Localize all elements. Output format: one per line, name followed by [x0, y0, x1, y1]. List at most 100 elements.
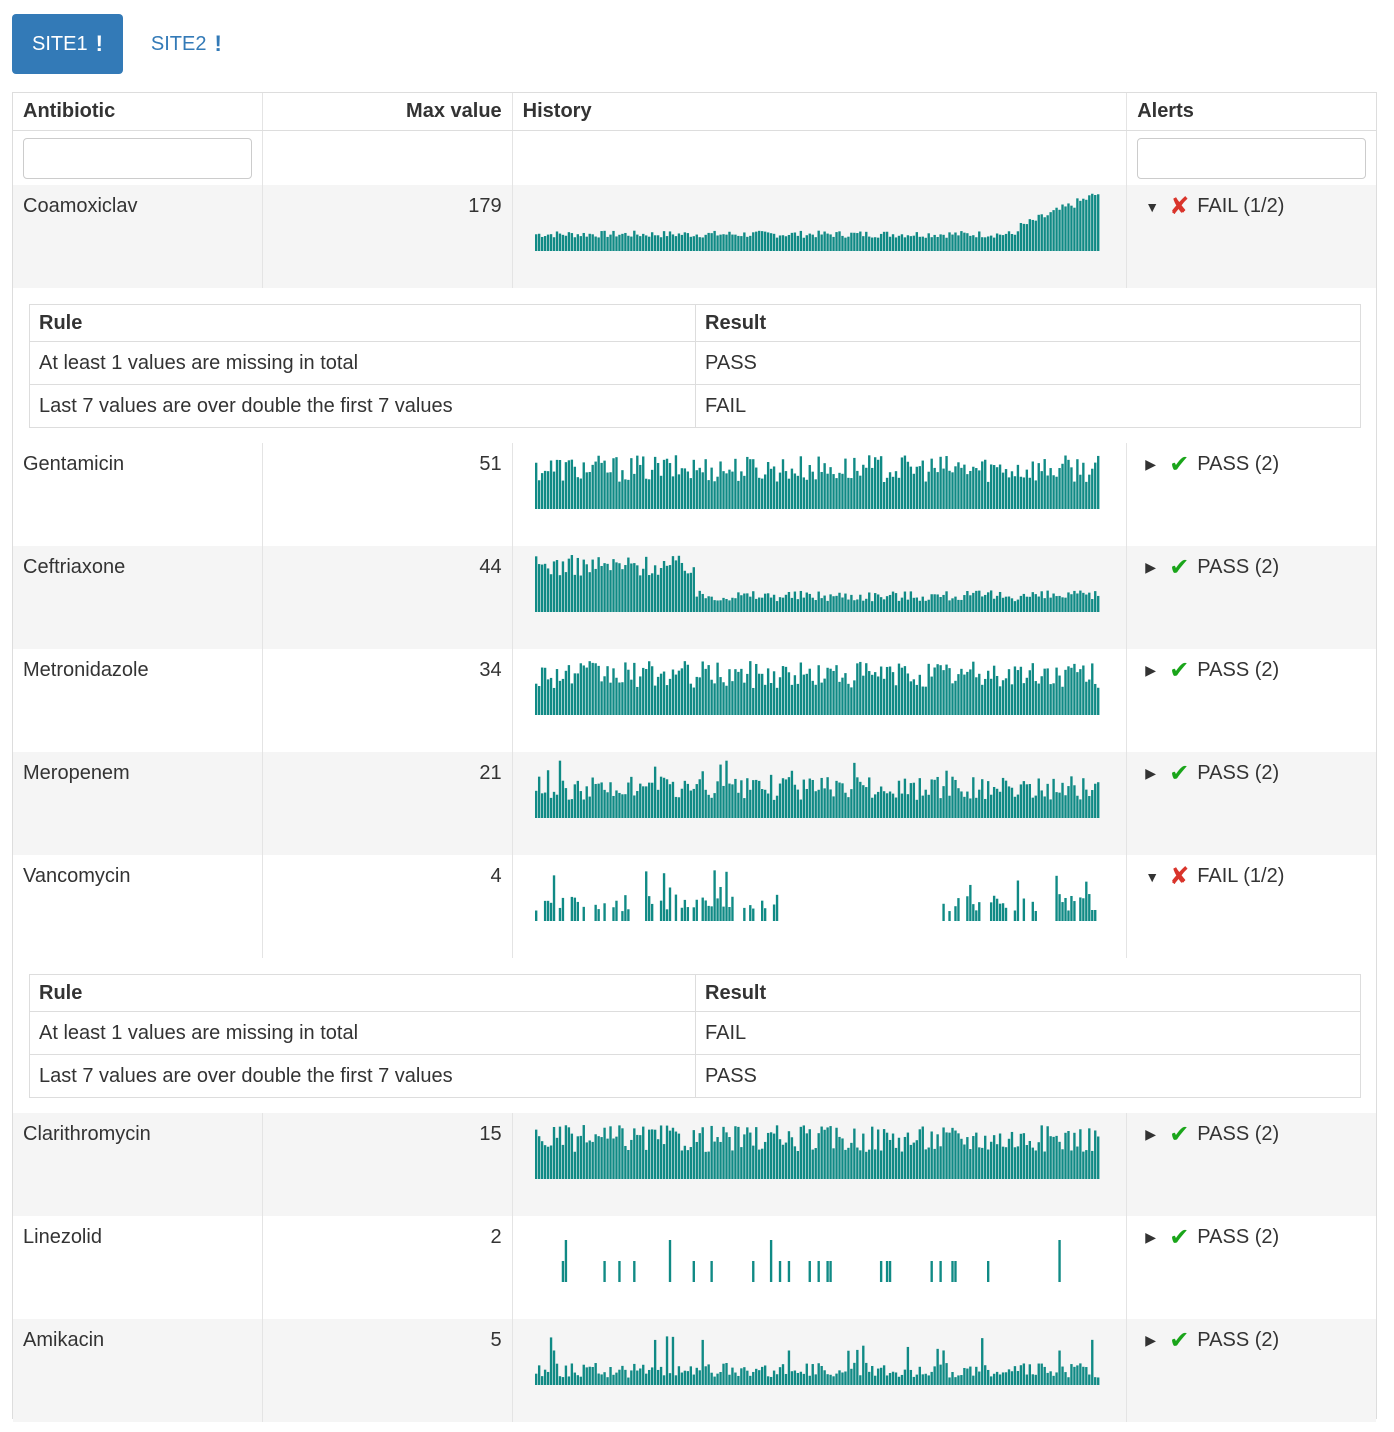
sparkline-bar [719, 764, 722, 818]
sparkline-bar [582, 559, 585, 612]
sparkline-bar [1019, 666, 1022, 715]
column-header-antibiotic[interactable]: Antibiotic [13, 93, 263, 130]
sparkline-bar [1034, 1150, 1037, 1179]
sparkline-bar [600, 565, 603, 612]
caret-right-icon[interactable]: ▶ [1145, 662, 1161, 679]
sparkline-bar [635, 686, 639, 715]
antibiotic-name: Ceftriaxone [13, 546, 263, 649]
alert-summary[interactable]: ▶ ✔ PASS (2) [1137, 1225, 1366, 1249]
sparkline-bar [945, 664, 948, 715]
sparkline-bar [787, 234, 790, 251]
caret-right-icon[interactable]: ▶ [1145, 1332, 1161, 1349]
sparkline-bar [653, 456, 656, 509]
tab-site2[interactable]: SITE2 ! [131, 14, 242, 74]
sparkline-bar [805, 592, 808, 612]
caret-right-icon[interactable]: ▶ [1145, 559, 1161, 576]
sparkline-bar [677, 555, 680, 612]
table-row[interactable]: Meropenem 21 ▶ ✔ PASS (2) [13, 752, 1376, 855]
sparkline-bar [689, 683, 692, 715]
sparkline-bar [611, 559, 615, 612]
sparkline-bar [1078, 200, 1082, 251]
sparkline-bar [974, 677, 978, 715]
sparkline-bar [829, 594, 832, 612]
sparkline-bar [799, 1126, 802, 1179]
caret-right-icon[interactable]: ▶ [1145, 456, 1161, 473]
antibiotic-filter-input[interactable] [23, 137, 252, 179]
sparkline-bar [647, 479, 651, 509]
sparkline-bar [843, 458, 847, 509]
caret-down-icon[interactable]: ▼ [1145, 869, 1161, 885]
sparkline-bar [763, 908, 766, 921]
sparkline-bar [707, 1151, 710, 1179]
sparkline-bar [1034, 681, 1037, 715]
sparkline-bar [689, 236, 692, 251]
sparkline-bar [594, 1363, 597, 1385]
sparkline-bar [858, 661, 862, 715]
sparkline-bar [882, 231, 885, 251]
sparkline-bar [1016, 1146, 1019, 1179]
column-header-max-value[interactable]: Max value [263, 93, 513, 130]
sparkline-bar [1096, 782, 1100, 818]
alert-summary[interactable]: ▶ ✔ PASS (2) [1137, 452, 1366, 476]
alert-summary[interactable]: ▶ ✔ PASS (2) [1137, 1122, 1366, 1146]
alert-summary[interactable]: ▼ ✘ FAIL (1/2) [1137, 194, 1366, 218]
sparkline-bar [772, 466, 775, 509]
sparkline-bar [956, 788, 960, 818]
table-row[interactable]: Amikacin 5 ▶ ✔ PASS (2) [13, 1319, 1376, 1422]
sparkline-bar [1037, 214, 1040, 251]
sparkline-bar [930, 1131, 933, 1179]
sparkline-bar [632, 230, 636, 251]
table-row[interactable]: Linezolid 2 ▶ ✔ PASS (2) [13, 1216, 1376, 1319]
sparkline-bar [790, 770, 793, 818]
alert-summary[interactable]: ▶ ✔ PASS (2) [1137, 1328, 1366, 1352]
table-row[interactable]: Clarithromycin 15 ▶ ✔ PASS (2) [13, 1113, 1376, 1216]
alert-summary[interactable]: ▼ ✘ FAIL (1/2) [1137, 864, 1366, 888]
sparkline-bar [927, 1375, 930, 1385]
alert-summary[interactable]: ▶ ✔ PASS (2) [1137, 761, 1366, 785]
caret-right-icon[interactable]: ▶ [1145, 1126, 1161, 1143]
alert-summary[interactable]: ▶ ✔ PASS (2) [1137, 658, 1366, 682]
sparkline-bar [680, 562, 683, 612]
caret-down-icon[interactable]: ▼ [1145, 199, 1161, 215]
caret-right-icon[interactable]: ▶ [1145, 1229, 1161, 1246]
sparkline-bar [894, 1372, 897, 1385]
sparkline-bar [623, 565, 627, 612]
sparkline-bar [1066, 666, 1070, 715]
sparkline-bar [662, 1375, 665, 1385]
table-row[interactable]: Ceftriaxone 44 ▶ ✔ PASS (2) [13, 546, 1376, 649]
sparkline-bar [570, 459, 573, 509]
sparkline-bar [796, 235, 799, 251]
sparkline-bar [707, 905, 710, 921]
sparkline-bar [594, 1134, 597, 1179]
sparkline-bar [799, 456, 802, 509]
alert-summary[interactable]: ▶ ✔ PASS (2) [1137, 555, 1366, 579]
sparkline-bar [873, 794, 877, 818]
sparkline-bar [1078, 474, 1082, 509]
sparkline-bar [623, 1369, 627, 1385]
sparkline-bar [1043, 796, 1046, 818]
sparkline-bar [1055, 207, 1058, 251]
tab-site1[interactable]: SITE1 ! [12, 14, 123, 74]
sparkline-bar [781, 778, 784, 818]
sparkline-bar [603, 1261, 606, 1282]
sparkline-bar [879, 456, 882, 509]
caret-right-icon[interactable]: ▶ [1145, 765, 1161, 782]
sparkline-bar [873, 457, 877, 509]
sparkline-bar [620, 569, 624, 612]
sparkline-bar [965, 474, 969, 509]
sparkline-bar [647, 896, 651, 921]
sparkline-bar [784, 1373, 787, 1385]
sparkline-bar [983, 798, 987, 818]
table-row[interactable]: Coamoxiclav 179 ▼ ✘ FAIL (1/2) [13, 185, 1376, 288]
sparkline-bar [974, 237, 978, 251]
table-row[interactable]: Vancomycin 4 ▼ ✘ FAIL (1/2) [13, 855, 1376, 958]
alerts-filter-input[interactable] [1137, 137, 1367, 179]
sparkline-bar [939, 1364, 942, 1385]
table-row[interactable]: Gentamicin 51 ▶ ✔ PASS (2) [13, 443, 1376, 546]
column-header-alerts[interactable]: Alerts [1127, 93, 1376, 130]
alert-status: PASS (2) [1197, 762, 1280, 784]
table-row[interactable]: Metronidazole 34 ▶ ✔ PASS (2) [13, 649, 1376, 752]
sparkline-bar [909, 681, 912, 715]
sparkline-bar [668, 565, 671, 612]
sparkline-bar [1087, 195, 1091, 251]
